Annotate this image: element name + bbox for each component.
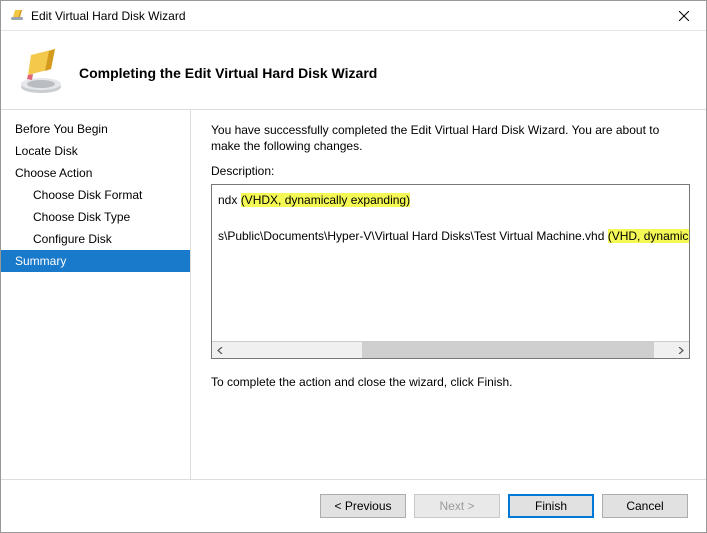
step-summary[interactable]: Summary xyxy=(1,250,190,272)
wizard-steps-sidebar: Before You Begin Locate Disk Choose Acti… xyxy=(1,110,191,479)
wizard-icon xyxy=(17,47,65,95)
chevron-right-icon xyxy=(677,347,684,354)
close-icon xyxy=(679,11,689,21)
step-before-you-begin[interactable]: Before You Begin xyxy=(1,118,190,140)
scroll-left-arrow[interactable] xyxy=(212,342,229,358)
step-choose-disk-type[interactable]: Choose Disk Type xyxy=(1,206,190,228)
description-box: ndx (VHDX, dynamically expanding) s\Publ… xyxy=(211,184,690,359)
previous-button[interactable]: < Previous xyxy=(320,494,406,518)
window-title: Edit Virtual Hard Disk Wizard xyxy=(31,9,661,23)
description-content: ndx (VHDX, dynamically expanding) s\Publ… xyxy=(212,185,689,341)
complete-hint: To complete the action and close the wiz… xyxy=(211,375,690,389)
desc-line2-highlight: (VHD, dynamically expanding) xyxy=(608,229,689,243)
description-blank-line xyxy=(218,211,683,225)
scroll-track[interactable] xyxy=(229,342,672,358)
intro-text: You have successfully completed the Edit… xyxy=(211,122,690,154)
desc-line1-text: ndx xyxy=(218,193,241,207)
finish-button[interactable]: Finish xyxy=(508,494,594,518)
page-heading: Completing the Edit Virtual Hard Disk Wi… xyxy=(79,65,377,81)
desc-line1-highlight: (VHDX, dynamically expanding) xyxy=(241,193,410,207)
horizontal-scrollbar[interactable] xyxy=(212,341,689,358)
app-icon xyxy=(9,8,25,24)
chevron-left-icon xyxy=(217,347,224,354)
desc-line2-text: s\Public\Documents\Hyper-V\Virtual Hard … xyxy=(218,229,608,243)
scroll-right-arrow[interactable] xyxy=(672,342,689,358)
close-button[interactable] xyxy=(661,1,706,31)
wizard-body: Before You Begin Locate Disk Choose Acti… xyxy=(1,109,706,480)
step-choose-disk-format[interactable]: Choose Disk Format xyxy=(1,184,190,206)
wizard-window: Edit Virtual Hard Disk Wizard Completing… xyxy=(0,0,707,533)
step-configure-disk[interactable]: Configure Disk xyxy=(1,228,190,250)
next-button: Next > xyxy=(414,494,500,518)
scroll-thumb[interactable] xyxy=(362,342,654,358)
step-choose-action[interactable]: Choose Action xyxy=(1,162,190,184)
description-line-1: ndx (VHDX, dynamically expanding) xyxy=(218,191,683,209)
description-line-2: s\Public\Documents\Hyper-V\Virtual Hard … xyxy=(218,227,683,245)
wizard-header: Completing the Edit Virtual Hard Disk Wi… xyxy=(1,31,706,109)
description-label: Description: xyxy=(211,164,690,178)
wizard-footer: < Previous Next > Finish Cancel xyxy=(1,480,706,532)
step-locate-disk[interactable]: Locate Disk xyxy=(1,140,190,162)
wizard-content: You have successfully completed the Edit… xyxy=(191,110,706,479)
cancel-button[interactable]: Cancel xyxy=(602,494,688,518)
titlebar: Edit Virtual Hard Disk Wizard xyxy=(1,1,706,31)
